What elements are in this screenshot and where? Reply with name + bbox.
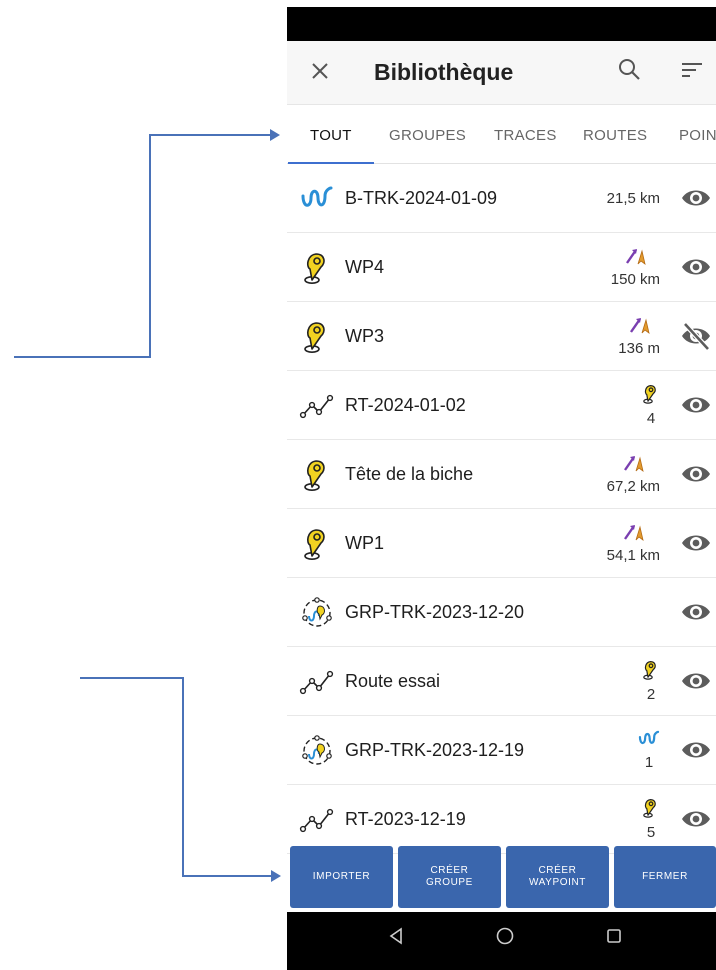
nav-home-icon[interactable] bbox=[495, 926, 515, 951]
item-name: B-TRK-2024-01-09 bbox=[345, 188, 498, 208]
list-item[interactable]: GRP-TRK-2023-12-19 1 bbox=[287, 716, 716, 785]
eye-icon[interactable] bbox=[680, 528, 712, 563]
nav-back-icon[interactable] bbox=[387, 926, 405, 951]
route-icon bbox=[295, 371, 339, 440]
item-info: 136 m bbox=[618, 302, 660, 371]
waypoint-icon bbox=[642, 659, 660, 686]
eye-icon[interactable] bbox=[680, 666, 712, 701]
track-icon bbox=[638, 729, 660, 754]
eye-icon[interactable] bbox=[680, 183, 712, 218]
item-info: 21,5 km bbox=[607, 164, 660, 233]
direction-icon bbox=[624, 246, 647, 271]
group-icon bbox=[295, 716, 339, 785]
sort-icon[interactable] bbox=[679, 59, 705, 86]
item-name: Tête de la biche bbox=[345, 464, 474, 484]
item-name: Route essai bbox=[345, 671, 441, 691]
search-icon[interactable] bbox=[617, 57, 643, 88]
eye-icon[interactable] bbox=[680, 597, 712, 632]
item-info-value: 1 bbox=[644, 754, 654, 771]
item-name: WP3 bbox=[345, 326, 385, 346]
import-button[interactable]: IMPORTER bbox=[290, 846, 393, 908]
waypoint-icon bbox=[295, 302, 339, 371]
list-item[interactable]: WP3 136 m bbox=[287, 302, 716, 371]
list-item[interactable]: RT-2024-01-02 4 bbox=[287, 371, 716, 440]
eye-icon[interactable] bbox=[680, 804, 712, 839]
library-list: B-TRK-2024-01-09 21,5 km WP4 150 km WP3 136 m… bbox=[287, 164, 716, 854]
close-button[interactable]: FERMER bbox=[614, 846, 716, 908]
bottom-button-bar: IMPORTER CRÉER GROUPE CRÉER WAYPOINT FER… bbox=[287, 844, 716, 913]
item-distance: 21,5 km bbox=[606, 190, 660, 207]
item-name: WP1 bbox=[345, 533, 385, 553]
item-info-value: 5 bbox=[646, 824, 656, 841]
item-info-value: 150 km bbox=[610, 271, 660, 288]
item-info: 54,1 km bbox=[607, 509, 660, 578]
item-name: GRP-TRK-2023-12-20 bbox=[345, 602, 525, 622]
tab-routes[interactable]: ROUTES bbox=[583, 127, 647, 144]
list-item[interactable]: GRP-TRK-2023-12-20 bbox=[287, 578, 716, 647]
waypoint-icon bbox=[295, 233, 339, 302]
item-info: 2 bbox=[642, 647, 660, 716]
tab-tout[interactable]: TOUT bbox=[310, 127, 352, 144]
item-info-value: 54,1 km bbox=[606, 547, 660, 564]
item-info-value: 2 bbox=[646, 686, 656, 703]
waypoint-icon bbox=[642, 383, 660, 410]
phone-screen: Bibliothèque TOUT GROUPES TRACES ROUTES … bbox=[287, 7, 716, 970]
create-waypoint-button[interactable]: CRÉER WAYPOINT bbox=[506, 846, 609, 908]
item-info-value: 67,2 km bbox=[606, 478, 660, 495]
waypoint-icon bbox=[642, 797, 660, 824]
eye-icon[interactable] bbox=[680, 252, 712, 287]
eye-icon[interactable] bbox=[680, 459, 712, 494]
list-item[interactable]: Tête de la biche 67,2 km bbox=[287, 440, 716, 509]
track-icon bbox=[295, 164, 339, 233]
item-name: RT-2024-01-02 bbox=[345, 395, 466, 415]
create-group-button[interactable]: CRÉER GROUPE bbox=[398, 846, 501, 908]
list-item[interactable]: WP1 54,1 km bbox=[287, 509, 716, 578]
close-icon[interactable] bbox=[305, 56, 335, 86]
waypoint-icon bbox=[295, 440, 339, 509]
eye-icon[interactable] bbox=[680, 390, 712, 425]
item-info-value: 136 m bbox=[618, 340, 660, 357]
eye-icon[interactable] bbox=[680, 735, 712, 770]
route-icon bbox=[295, 647, 339, 716]
system-nav-bar bbox=[287, 912, 716, 970]
item-info: 4 bbox=[642, 371, 660, 440]
item-info: 67,2 km bbox=[607, 440, 660, 509]
list-item[interactable]: Route essai 2 bbox=[287, 647, 716, 716]
tab-points[interactable]: POIN bbox=[679, 127, 716, 144]
item-name: WP4 bbox=[345, 257, 385, 277]
waypoint-icon bbox=[295, 509, 339, 578]
eye-off-icon[interactable] bbox=[680, 321, 712, 356]
direction-icon bbox=[628, 315, 650, 340]
tab-traces[interactable]: TRACES bbox=[494, 127, 557, 144]
item-info: 1 bbox=[638, 716, 660, 785]
status-bar bbox=[287, 7, 716, 41]
tab-bar: TOUT GROUPES TRACES ROUTES POIN bbox=[287, 105, 716, 164]
item-info-value: 4 bbox=[646, 410, 656, 427]
list-item[interactable]: B-TRK-2024-01-09 21,5 km bbox=[287, 164, 716, 233]
direction-icon bbox=[622, 453, 644, 478]
tab-groupes[interactable]: GROUPES bbox=[389, 127, 466, 144]
item-info: 150 km bbox=[611, 233, 660, 302]
nav-recents-icon[interactable] bbox=[605, 926, 623, 951]
group-icon bbox=[295, 578, 339, 647]
direction-icon bbox=[622, 522, 644, 547]
page-title: Bibliothèque bbox=[374, 59, 514, 85]
list-item[interactable]: WP4 150 km bbox=[287, 233, 716, 302]
item-name: GRP-TRK-2023-12-19 bbox=[345, 740, 525, 760]
app-bar: Bibliothèque bbox=[287, 41, 716, 105]
